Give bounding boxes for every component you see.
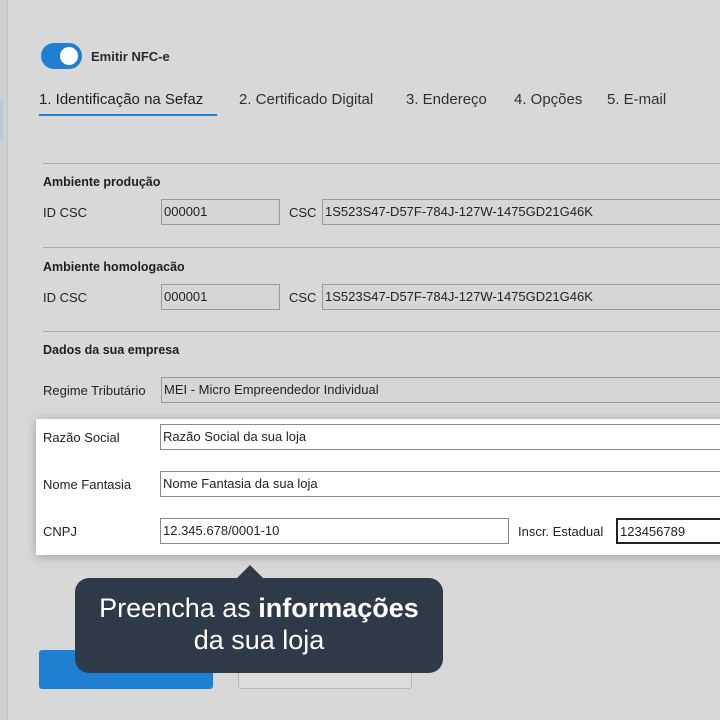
toggle-knob xyxy=(60,47,78,65)
nome-fantasia-label: Nome Fantasia xyxy=(43,477,132,492)
tab-endereco[interactable]: 3. Endereço xyxy=(406,91,487,108)
tooltip-arrow xyxy=(236,565,264,579)
tab-certificado[interactable]: 2. Certificado Digital xyxy=(239,91,373,108)
tooltip-line-2: da sua loja xyxy=(193,625,325,655)
homologacao-id-csc-label: ID CSC xyxy=(43,290,88,305)
tooltip-prefix: Preencha as xyxy=(99,593,259,623)
tooltip-line-1: Preencha as informações xyxy=(75,592,443,624)
producao-id-csc-field[interactable]: 000001 xyxy=(161,199,280,225)
homologacao-id-csc-field[interactable]: 000001 xyxy=(161,284,280,310)
empresa-title: Dados da sua empresa xyxy=(43,343,180,357)
divider xyxy=(43,331,720,332)
left-edge-strip xyxy=(0,0,8,720)
inscricao-estadual-input[interactable]: 123456789 xyxy=(616,518,720,544)
razao-social-input[interactable]: Razão Social da sua loja xyxy=(160,424,720,450)
producao-csc-field[interactable]: 1S523S47-D57F-784J-127W-1475GD21G46K xyxy=(322,199,720,225)
producao-title: Ambiente produção xyxy=(43,175,161,189)
left-edge-marker xyxy=(0,100,3,140)
nome-fantasia-input[interactable]: Nome Fantasia da sua loja xyxy=(160,471,720,497)
producao-csc-label: CSC xyxy=(289,205,317,220)
tooltip-bold: informações xyxy=(258,593,419,623)
homologacao-title: Ambiente homologacão xyxy=(43,260,185,274)
razao-social-label: Razão Social xyxy=(43,430,120,445)
emitir-nfce-label: Emitir NFC-e xyxy=(91,49,170,64)
divider xyxy=(43,163,720,164)
tab-email[interactable]: 5. E-mail xyxy=(607,91,666,108)
divider xyxy=(43,247,720,248)
cnpj-input[interactable]: 12.345.678/0001-10 xyxy=(160,518,509,544)
regime-tributario-label: Regime Tributário xyxy=(43,383,146,398)
inscricao-estadual-label: Inscr. Estadual xyxy=(518,524,604,539)
emitir-nfce-toggle[interactable] xyxy=(41,43,82,69)
tab-opcoes[interactable]: 4. Opções xyxy=(514,91,582,108)
regime-tributario-select[interactable]: MEI - Micro Empreendedor Individual xyxy=(161,377,720,403)
active-tab-indicator xyxy=(39,114,217,116)
producao-id-csc-label: ID CSC xyxy=(43,205,88,220)
homologacao-csc-field[interactable]: 1S523S47-D57F-784J-127W-1475GD21G46K xyxy=(322,284,720,310)
cnpj-label: CNPJ xyxy=(43,524,77,539)
hint-tooltip: Preencha as informações da sua loja xyxy=(75,578,443,673)
tab-identificacao[interactable]: 1. Identificação na Sefaz xyxy=(39,91,203,108)
homologacao-csc-label: CSC xyxy=(289,290,317,305)
